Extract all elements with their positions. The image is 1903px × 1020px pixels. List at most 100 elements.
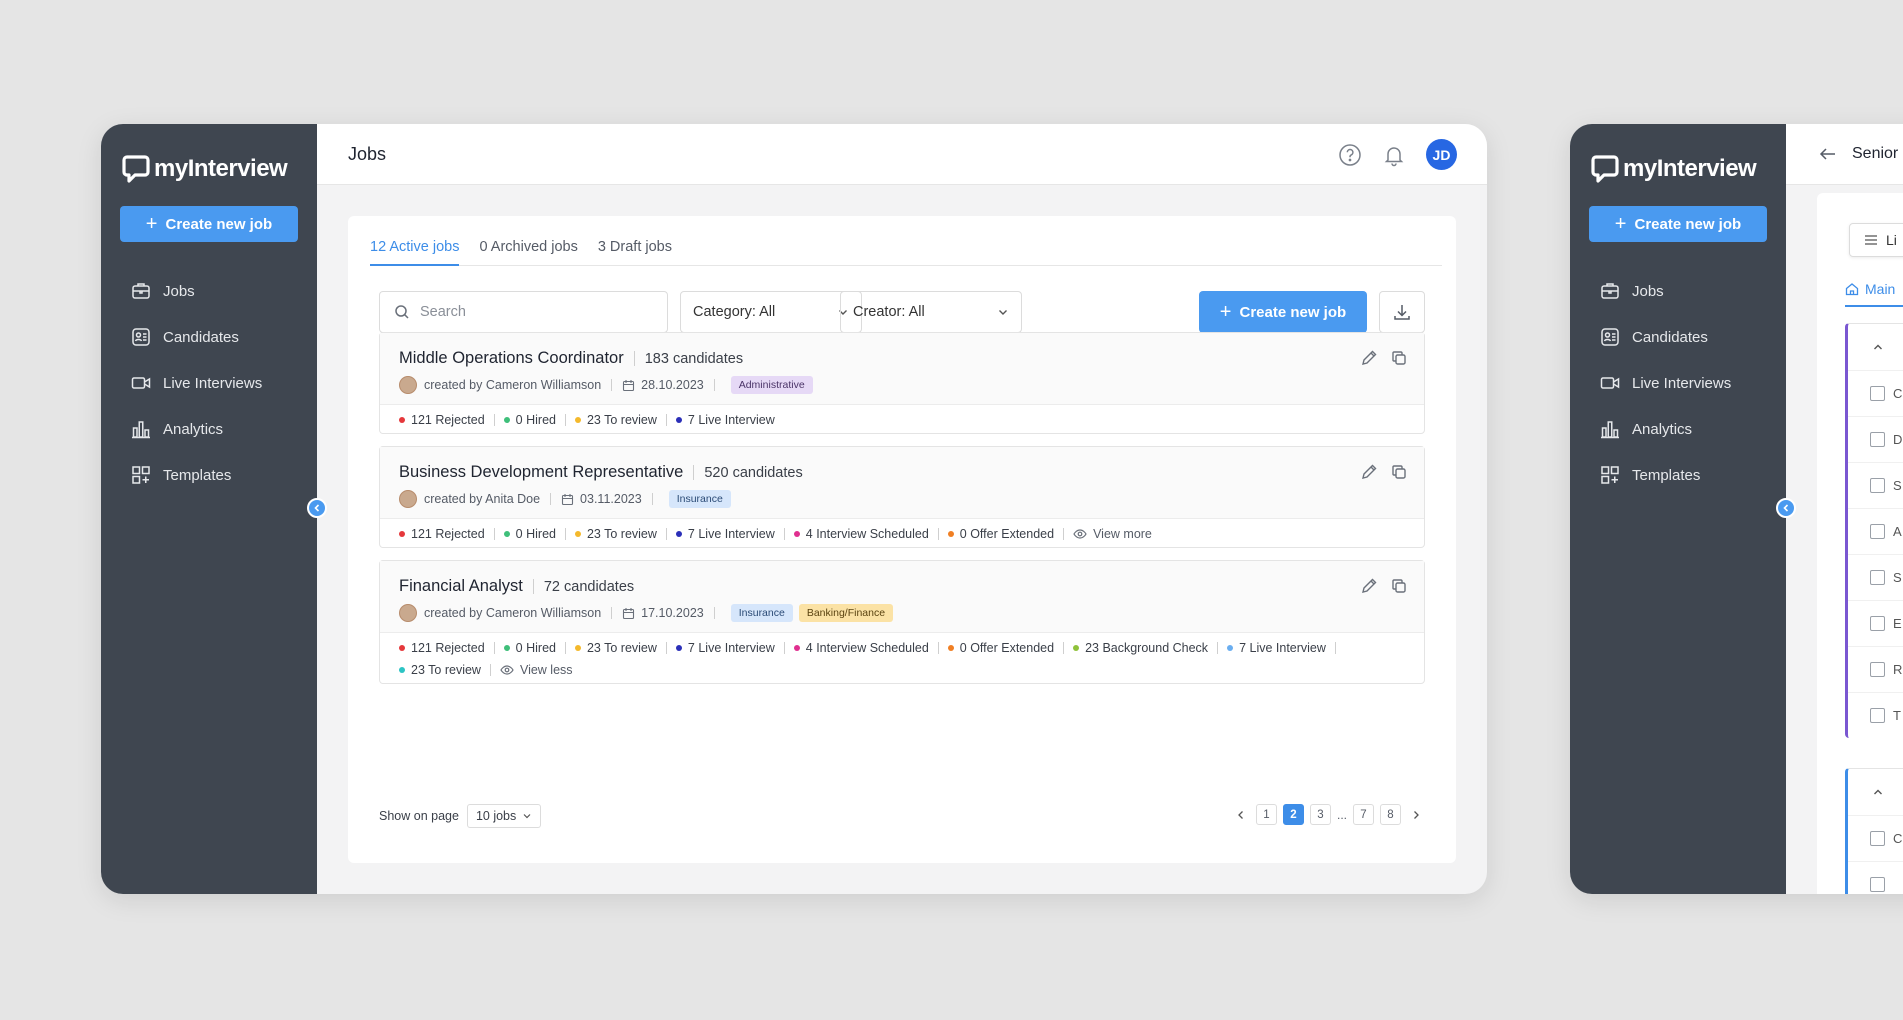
sidebar-create-job-button[interactable]: + Create new job	[1589, 206, 1767, 242]
view-less-button[interactable]: View less	[500, 663, 573, 677]
collapse-panel-button[interactable]	[1848, 769, 1903, 815]
divider	[783, 528, 785, 540]
stat-label: 23 To review	[411, 663, 481, 677]
status-dot	[503, 531, 510, 537]
job-meta: created by Anita Doe 03.11.2023 Insuranc…	[399, 488, 1405, 510]
logo[interactable]: myInterview	[122, 154, 288, 184]
divider	[611, 607, 613, 619]
bell-icon[interactable]	[1382, 143, 1406, 167]
divider	[532, 579, 534, 594]
row-checkbox[interactable]	[1870, 831, 1885, 846]
stat-label: 0 Hired	[515, 413, 556, 427]
job-title[interactable]: Business Development Representative	[399, 463, 683, 482]
page-button[interactable]: 1	[1255, 804, 1277, 825]
sidebar-item-label: Jobs	[1632, 282, 1664, 300]
candidate-row[interactable]: D	[1848, 416, 1903, 462]
create-job-label: Create new job	[1239, 303, 1347, 321]
tab-active-jobs[interactable]: 12 Active jobs	[370, 236, 460, 266]
sidebar-item-live-interviews[interactable]: Live Interviews	[131, 360, 262, 406]
sidebar-item-analytics[interactable]: Analytics	[131, 406, 262, 452]
stat-item: 7 Live Interview	[675, 409, 775, 431]
status-dot	[675, 531, 682, 537]
tab-archived-jobs[interactable]: 0 Archived jobs	[479, 236, 577, 266]
help-icon[interactable]	[1338, 143, 1362, 167]
candidate-row[interactable]: R	[1848, 646, 1903, 692]
job-card[interactable]: Business Development Representative 520 …	[379, 446, 1425, 548]
sidebar-item-jobs[interactable]: Jobs	[131, 268, 262, 314]
back-arrow-icon[interactable]	[1818, 144, 1838, 164]
list-view-button[interactable]: Li	[1849, 223, 1903, 257]
edit-icon[interactable]	[1360, 577, 1378, 595]
collapse-sidebar-button[interactable]	[307, 498, 327, 518]
row-checkbox[interactable]	[1870, 877, 1885, 892]
job-card[interactable]: Financial Analyst 72 candidates created …	[379, 560, 1425, 684]
page-button[interactable]: 8	[1380, 804, 1401, 825]
copy-icon[interactable]	[1390, 577, 1408, 595]
category-select[interactable]: Category: All	[680, 291, 862, 333]
per-page-value: 10 jobs	[475, 809, 517, 823]
row-checkbox[interactable]	[1870, 616, 1885, 631]
tab-main[interactable]: Main	[1845, 281, 1903, 307]
page-button[interactable]: 7	[1353, 804, 1374, 825]
candidate-row[interactable]: A	[1848, 508, 1903, 554]
sidebar-item-candidates[interactable]: Candidates	[1600, 314, 1731, 360]
sidebar-item-templates[interactable]: Templates	[131, 452, 262, 498]
page-button-current[interactable]: 2	[1282, 804, 1304, 825]
job-title[interactable]: Middle Operations Coordinator	[399, 349, 624, 368]
collapse-panel-button[interactable]	[1848, 324, 1903, 370]
prev-page-button[interactable]	[1232, 804, 1250, 825]
copy-icon[interactable]	[1390, 349, 1408, 367]
chevron-right-icon	[1414, 810, 1419, 819]
row-initial: T	[1893, 708, 1901, 723]
candidate-row[interactable]: E	[1848, 600, 1903, 646]
row-checkbox[interactable]	[1870, 570, 1885, 585]
creator-select[interactable]: Creator: All	[840, 291, 1022, 333]
row-checkbox[interactable]	[1870, 524, 1885, 539]
sidebar-create-job-button[interactable]: + Create new job	[120, 206, 298, 242]
download-button[interactable]	[1379, 291, 1425, 333]
per-page-select[interactable]: 10 jobs	[466, 804, 542, 828]
avatar[interactable]: JD	[1426, 139, 1457, 170]
topbar-actions: JD	[1338, 139, 1457, 170]
divider	[937, 642, 939, 654]
divider	[665, 528, 667, 540]
job-title[interactable]: Financial Analyst	[399, 577, 523, 596]
candidate-row[interactable]	[1848, 861, 1903, 894]
copy-icon[interactable]	[1390, 463, 1408, 481]
stat-item: 4 Interview Scheduled	[793, 523, 929, 545]
create-job-button[interactable]: + Create new job	[1199, 291, 1367, 333]
row-checkbox[interactable]	[1870, 708, 1885, 723]
tab-draft-jobs[interactable]: 3 Draft jobs	[598, 236, 672, 266]
row-initial: C	[1893, 831, 1903, 846]
stat-label: 4 Interview Scheduled	[805, 641, 929, 655]
row-checkbox[interactable]	[1870, 432, 1885, 447]
job-card[interactable]: Middle Operations Coordinator 183 candid…	[379, 332, 1425, 434]
search-input[interactable]	[420, 304, 640, 320]
view-more-button[interactable]: View more	[1073, 527, 1152, 541]
row-initial: S	[1893, 570, 1902, 585]
sidebar-item-live-interviews[interactable]: Live Interviews	[1600, 360, 1731, 406]
candidate-row[interactable]: T	[1848, 692, 1903, 738]
sidebar-item-analytics[interactable]: Analytics	[1600, 406, 1731, 452]
sidebar-item-jobs[interactable]: Jobs	[1600, 268, 1731, 314]
logo[interactable]: myInterview	[1591, 154, 1757, 184]
sidebar-item-candidates[interactable]: Candidates	[131, 314, 262, 360]
candidate-row[interactable]: S	[1848, 554, 1903, 600]
sidebar-item-templates[interactable]: Templates	[1600, 452, 1731, 498]
row-initial: R	[1893, 662, 1903, 677]
edit-icon[interactable]	[1360, 349, 1378, 367]
next-page-button[interactable]	[1407, 804, 1425, 825]
eye-icon	[1073, 529, 1087, 539]
candidate-row[interactable]: C	[1848, 370, 1903, 416]
stat-label: 0 Offer Extended	[959, 527, 1055, 541]
collapse-sidebar-button[interactable]	[1776, 498, 1796, 518]
candidate-row[interactable]: C	[1848, 815, 1903, 861]
candidate-row[interactable]: S	[1848, 462, 1903, 508]
page-button[interactable]: 3	[1309, 804, 1331, 825]
edit-icon[interactable]	[1360, 463, 1378, 481]
row-initial: A	[1893, 524, 1902, 539]
row-checkbox[interactable]	[1870, 662, 1885, 677]
row-checkbox[interactable]	[1870, 386, 1885, 401]
row-checkbox[interactable]	[1870, 478, 1885, 493]
sidebar-item-label: Analytics	[1632, 420, 1693, 438]
